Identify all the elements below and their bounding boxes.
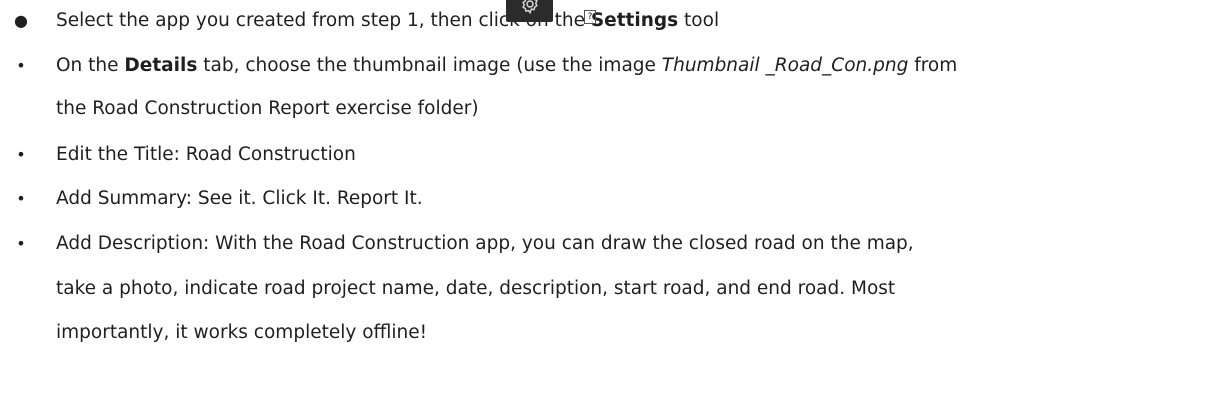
- step-text: importantly, it works completely offline…: [56, 322, 428, 343]
- bullet: •: [16, 56, 26, 75]
- step-text: Select the app you created from step 1, …: [56, 10, 720, 31]
- step-text: Add Summary: See it. Click It. Report It…: [56, 188, 423, 209]
- step-text: take a photo, indicate road project name…: [56, 278, 896, 299]
- missing-glyph-icon: ?: [584, 10, 596, 24]
- bullet: •: [16, 234, 26, 253]
- gear-icon: [506, 0, 553, 22]
- step-text: Add Description: With the Road Construct…: [56, 233, 914, 254]
- bullet: •: [16, 145, 26, 164]
- step-text: the Road Construction Report exercise fo…: [56, 98, 479, 119]
- step-text: On the Details tab, choose the thumbnail…: [56, 55, 958, 76]
- bullet: •: [16, 189, 26, 208]
- step-text: Edit the Title: Road Construction: [56, 144, 356, 165]
- bullet: ●: [14, 11, 28, 30]
